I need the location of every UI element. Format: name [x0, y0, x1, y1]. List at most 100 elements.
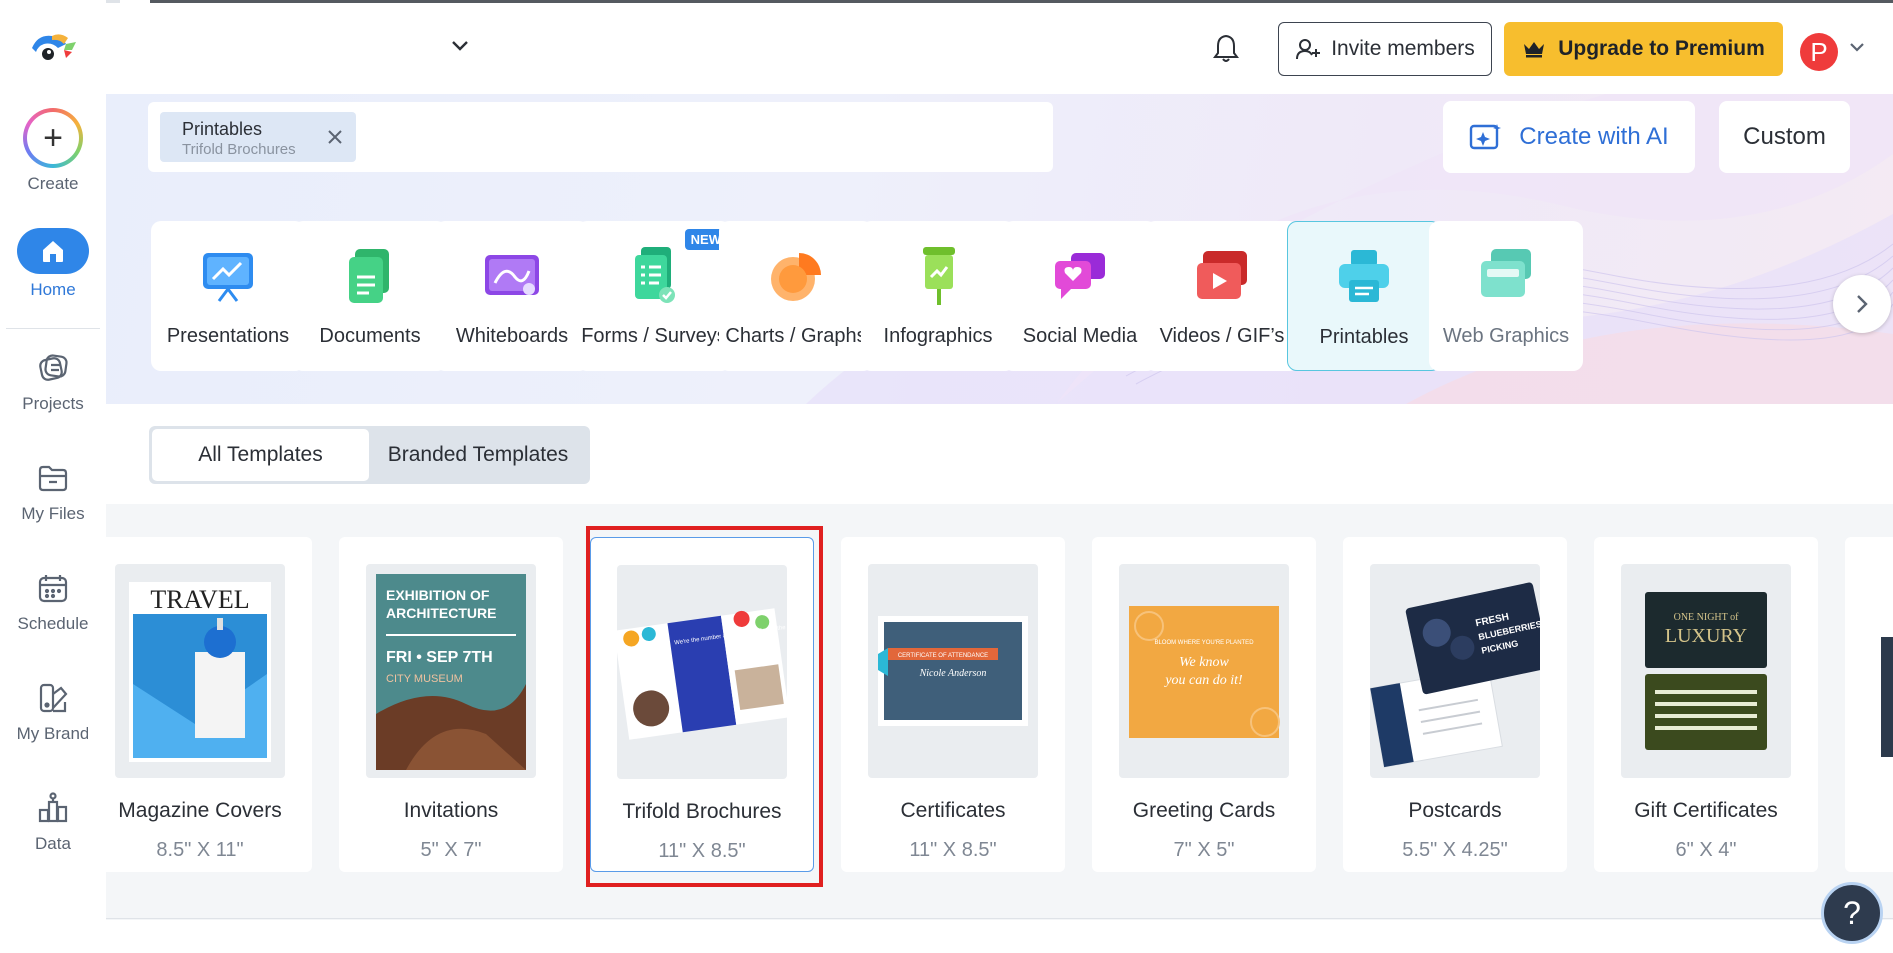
sidebar-item-home[interactable]: Home: [0, 228, 106, 300]
printer-icon: [1339, 250, 1389, 302]
category-web-graphics[interactable]: Web Graphics: [1429, 221, 1583, 371]
create-button[interactable]: + Create: [0, 108, 106, 194]
template-card-certificates[interactable]: CERTIFICATE OF ATTENDANCE Nicole Anderso…: [841, 537, 1065, 872]
sidebar-item-my-files[interactable]: My Files: [0, 458, 106, 524]
calendar-icon: [33, 568, 73, 608]
plus-icon: +: [27, 112, 79, 164]
template-size: 5.5" X 4.25": [1402, 839, 1508, 861]
sidebar-item-label: My Brand: [16, 724, 90, 743]
invitation-preview: EXHIBITION OF ARCHITECTURE FRI • SEP 7TH…: [376, 574, 526, 770]
category-label: Social Media: [1022, 325, 1138, 347]
crown-icon: [1524, 42, 1545, 58]
category-videos-gifs[interactable]: Videos / GIF’s: [1145, 221, 1299, 371]
presentation-board-icon: [203, 253, 253, 302]
thumb-title: TRAVEL: [150, 585, 249, 614]
template-thumbnail: ONE NIGHT of LUXURY: [1621, 564, 1791, 778]
hero-banner: Printables Trifold Brochures Create with…: [106, 94, 1893, 404]
sidebar-item-projects[interactable]: Projects: [0, 348, 106, 414]
add-user-icon: [1296, 39, 1321, 60]
chevron-down-icon[interactable]: [450, 39, 470, 53]
category-documents[interactable]: Documents: [293, 221, 447, 371]
invite-members-button[interactable]: Invite members: [1278, 22, 1492, 76]
template-size: 11" X 8.5": [909, 839, 997, 861]
sidebar-item-label: Home: [30, 280, 76, 299]
category-forms-surveys[interactable]: NEW Forms / Surveys: [577, 221, 731, 371]
category-label: Charts / Graphs: [725, 325, 867, 347]
template-thumbnail: EXHIBITION OF ARCHITECTURE FRI • SEP 7TH…: [366, 564, 536, 778]
template-thumbnail: We're the number #1 consulting firm in t…: [617, 565, 787, 779]
infographic-icon: [923, 247, 955, 305]
invite-label: Invite members: [1331, 37, 1475, 60]
thumb-line-3: FRI • SEP 7TH: [386, 649, 493, 666]
template-thumbnail: BLOOM WHERE YOU'RE PLANTED We know you c…: [1119, 564, 1289, 778]
template-card-greeting-cards[interactable]: BLOOM WHERE YOU'RE PLANTED We know you c…: [1092, 537, 1316, 872]
thumb-greeting-line-1: We know: [1179, 655, 1229, 670]
whiteboard-icon: [485, 255, 539, 295]
category-whiteboards[interactable]: Whiteboards: [435, 221, 589, 371]
tab-branded-templates[interactable]: Branded Templates: [369, 429, 587, 481]
template-card-invitations[interactable]: EXHIBITION OF ARCHITECTURE FRI • SEP 7TH…: [339, 537, 563, 872]
help-button[interactable]: ?: [1821, 882, 1883, 944]
greeting-card-preview: BLOOM WHERE YOU'RE PLANTED We know you c…: [1129, 606, 1280, 738]
tab-all-templates[interactable]: All Templates: [152, 429, 369, 481]
template-size: 5" X 7": [420, 839, 482, 861]
chevron-down-icon[interactable]: [1848, 41, 1866, 53]
template-card-postcards[interactable]: FRESH BLUEBERRIES PICKING Postcards 5.5"…: [1343, 537, 1567, 872]
upgrade-label: Upgrade to Premium: [1558, 37, 1765, 60]
gift-certificate-preview: ONE NIGHT of LUXURY: [1645, 592, 1767, 750]
thumb-cert-name: Nicole Anderson: [919, 668, 987, 679]
template-name: Postcards: [1408, 799, 1502, 822]
web-graphics-icon: [1481, 249, 1531, 297]
template-card-partial[interactable]: [1845, 537, 1893, 872]
app-root: + Create Home Projects My Files Schedule…: [0, 0, 1893, 953]
folder-icon: [33, 458, 73, 498]
sidebar-item-label: My Files: [21, 504, 85, 523]
template-card-trifold-brochures[interactable]: We're the number #1 consulting firm in t…: [590, 537, 814, 872]
template-name: Certificates: [900, 799, 1006, 822]
brand-icon: [33, 678, 73, 718]
home-pill: [17, 228, 89, 274]
category-label: Forms / Surveys: [581, 325, 727, 347]
home-icon: [43, 241, 63, 262]
category-social-media[interactable]: Social Media: [1003, 221, 1157, 371]
top-header: Invite members Upgrade to Premium P: [106, 3, 1893, 94]
sidebar-item-label: Schedule: [17, 614, 89, 633]
create-with-ai-label: Create with AI: [1519, 123, 1669, 150]
custom-size-button[interactable]: Custom: [1719, 101, 1850, 173]
postcard-preview: FRESH BLUEBERRIES PICKING: [1370, 582, 1540, 768]
search-box[interactable]: Printables Trifold Brochures: [148, 102, 1053, 172]
category-label: Web Graphics: [1442, 325, 1570, 347]
thumb-greeting-top: BLOOM WHERE YOU'RE PLANTED: [1154, 640, 1254, 646]
upgrade-premium-button[interactable]: Upgrade to Premium: [1504, 22, 1783, 76]
social-chat-icon: [1055, 253, 1105, 299]
template-name: Trifold Brochures: [622, 800, 782, 823]
app-logo-icon[interactable]: [28, 30, 80, 70]
template-size: 11" X 8.5": [658, 840, 746, 862]
template-card-gift-certificates[interactable]: ONE NIGHT of LUXURY Gift Certificates 6"…: [1594, 537, 1818, 872]
ai-sparkle-icon: [1470, 124, 1502, 150]
template-thumbnail: CERTIFICATE OF ATTENDANCE Nicole Anderso…: [868, 564, 1038, 778]
category-charts-graphs[interactable]: Charts / Graphs: [719, 221, 873, 371]
notification-bell-icon[interactable]: [1213, 33, 1239, 63]
category-infographics[interactable]: Infographics: [861, 221, 1015, 371]
filter-chip[interactable]: Printables Trifold Brochures: [160, 112, 356, 162]
template-name: Magazine Covers: [118, 799, 282, 822]
thumb-greeting-line-2: you can do it!: [1163, 673, 1243, 688]
avatar[interactable]: P: [1800, 33, 1838, 71]
projects-icon: [33, 348, 73, 388]
magazine-cover-preview: TRAVEL: [129, 582, 271, 762]
close-icon[interactable]: [324, 126, 346, 148]
category-presentations[interactable]: Presentations: [151, 221, 305, 371]
template-size: 8.5" X 11": [156, 839, 244, 861]
thumb-gift-1: ONE NIGHT of: [1674, 612, 1739, 623]
category-label: Whiteboards: [455, 325, 569, 347]
category-printables[interactable]: Printables: [1287, 221, 1441, 371]
categories-next-button[interactable]: [1833, 275, 1891, 333]
thumb-line-2: ARCHITECTURE: [386, 605, 496, 621]
category-label: Infographics: [883, 325, 993, 347]
create-with-ai-button[interactable]: Create with AI: [1443, 101, 1695, 173]
template-card-magazine-covers[interactable]: TRAVEL Magazine Covers 8.5" X 11": [88, 537, 312, 872]
template-name: Greeting Cards: [1132, 799, 1276, 822]
partial-thumbnail: [1881, 637, 1893, 757]
template-name: Gift Certificates: [1634, 799, 1778, 822]
